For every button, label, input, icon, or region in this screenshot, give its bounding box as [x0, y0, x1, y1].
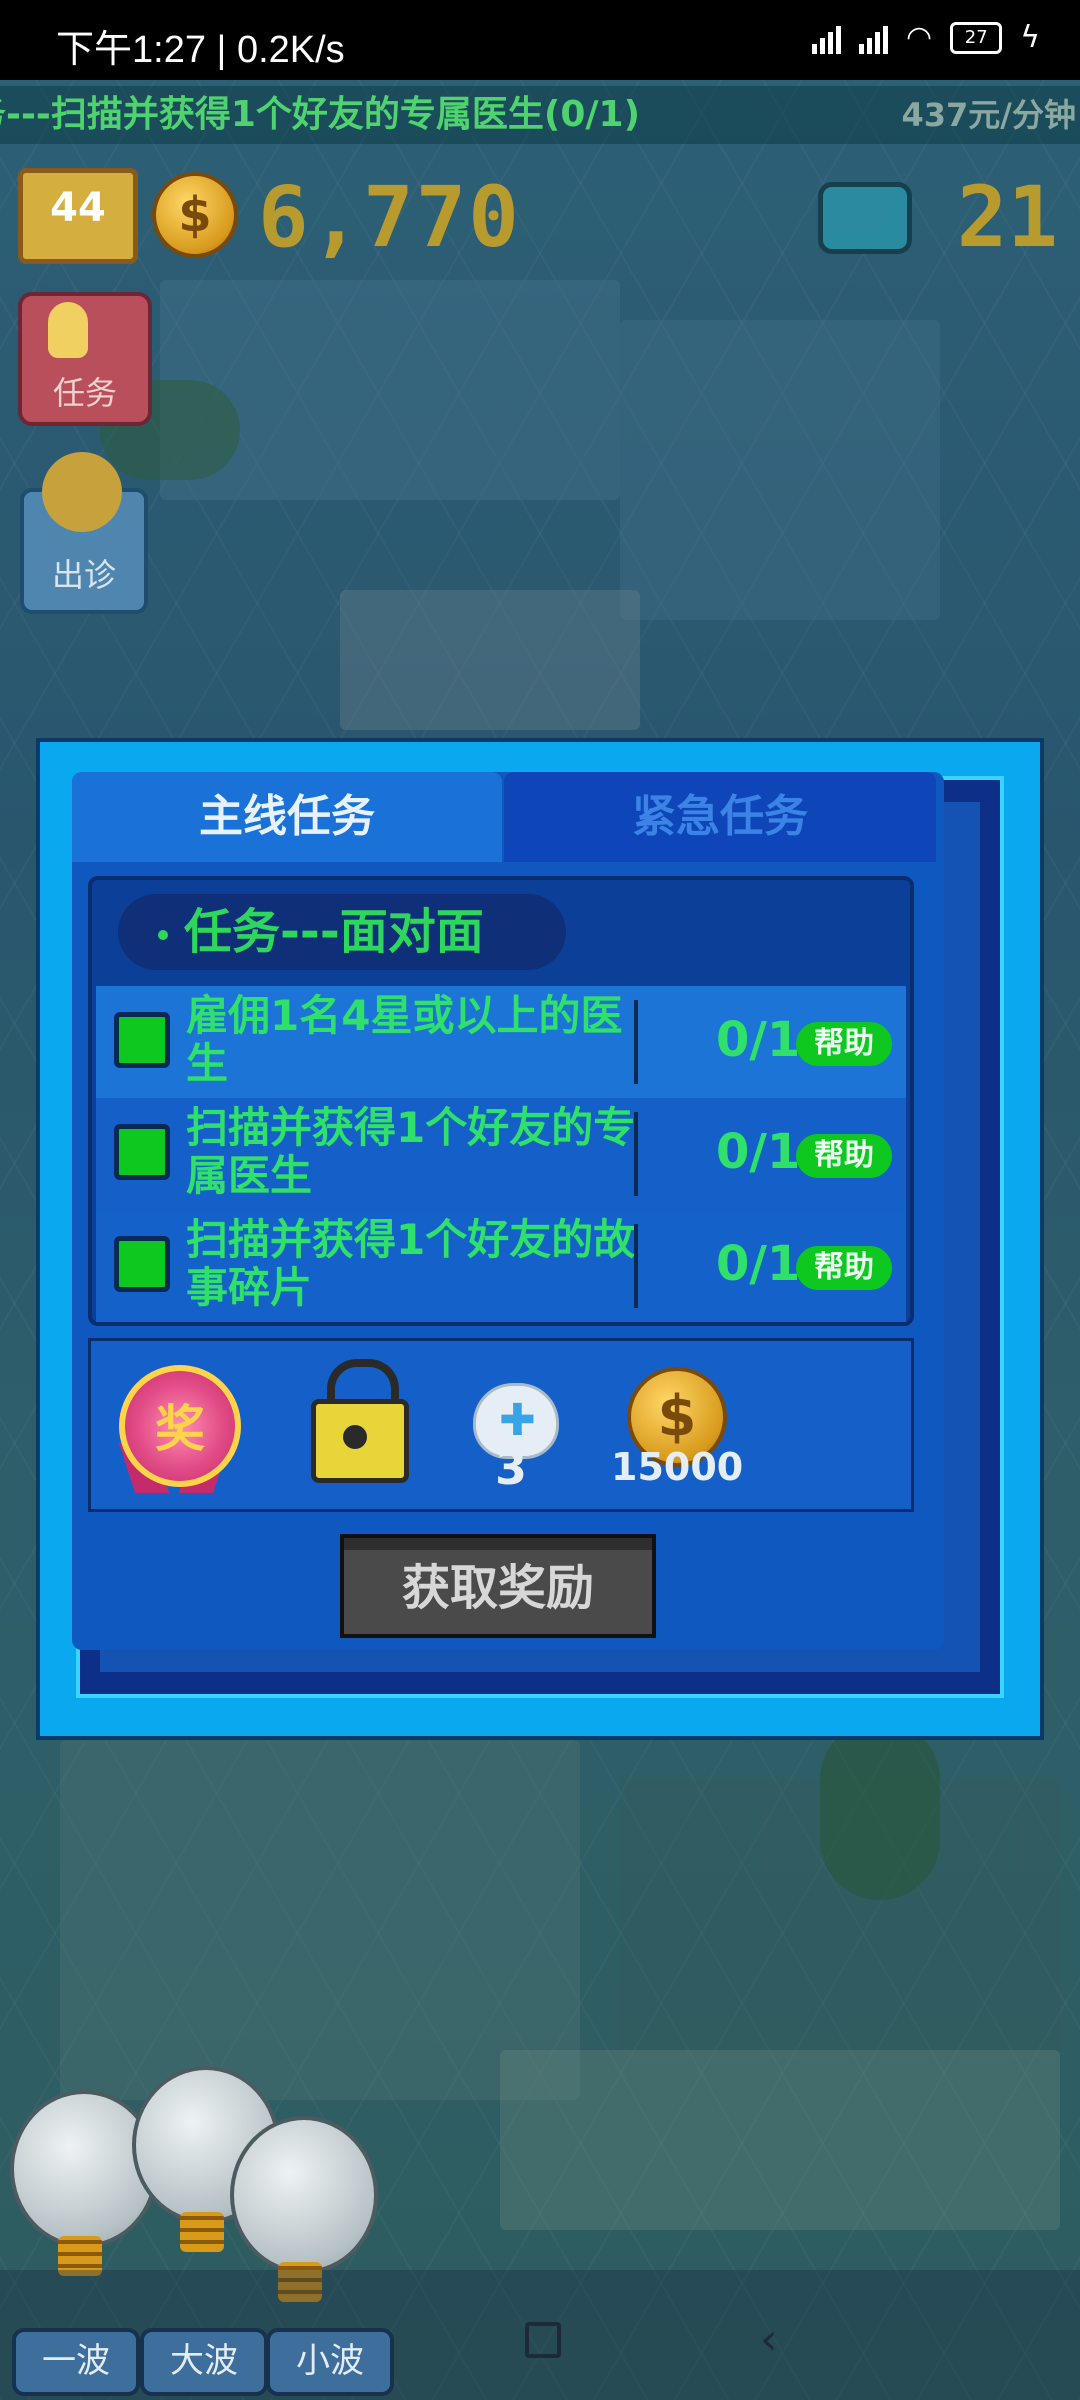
divider [634, 1112, 638, 1196]
lightbulb-character[interactable] [230, 2116, 378, 2274]
help-button[interactable]: 帮助 [796, 1134, 892, 1178]
divider [634, 1224, 638, 1308]
battery-icon: 27 [950, 21, 1003, 54]
task-button[interactable]: 任务 [18, 292, 152, 426]
wave-button-small[interactable]: 一波 [12, 2328, 140, 2396]
coin-icon: $ [152, 172, 238, 258]
status-time: 下午1:27 | 0.2K/s [56, 29, 345, 71]
income-rate: 437元/分钟 [901, 96, 1077, 134]
task-dialog: 主线任务 紧急任务 任务---面对面 雇佣1名4星或以上的医生 0/1 帮助 扫… [36, 738, 1044, 1740]
task-row: 雇佣1名4星或以上的医生 0/1 帮助 [96, 986, 906, 1098]
help-button[interactable]: 帮助 [796, 1246, 892, 1290]
plus-icon: ✚ [499, 1395, 536, 1446]
task-list: 任务---面对面 雇佣1名4星或以上的医生 0/1 帮助 扫描并获得1个好友的专… [88, 876, 914, 1326]
task-description: 扫描并获得1个好友的故事碎片 [186, 1215, 636, 1312]
task-group-title-text: 任务---面对面 [184, 904, 484, 960]
charging-icon: ϟ [1020, 20, 1040, 55]
home-nav-icon[interactable] [525, 2322, 561, 2358]
status-bar: 下午1:27 | 0.2K/s ◠ 27 ϟ [0, 0, 1080, 80]
task-progress: 0/1 [716, 1236, 801, 1292]
help-button[interactable]: 帮助 [796, 1022, 892, 1066]
reward-area: 奖 ✚ 3 $ 15000 [88, 1338, 914, 1512]
status-icons: ◠ 27 ϟ [812, 20, 1040, 55]
coin-reward-amount: 15000 [611, 1445, 744, 1489]
task-checkbox [114, 1012, 170, 1068]
signal-hd-icon [812, 22, 842, 54]
lock-keyhole [343, 1425, 367, 1449]
lightbulb-icon [48, 302, 88, 358]
task-ticker: 务---扫描并获得1个好友的专属医生(0/1) 437元/分钟 [0, 86, 1080, 144]
ticker-text: 务---扫描并获得1个好友的专属医生(0/1) [0, 94, 641, 135]
task-description: 雇佣1名4星或以上的医生 [186, 991, 623, 1088]
claim-reward-button[interactable]: 获取奖励 [340, 1534, 656, 1638]
signal-hd-icon [859, 22, 889, 54]
bulb-base [180, 2212, 224, 2252]
outpatient-button-label: 出诊 [51, 556, 116, 594]
task-row: 扫描并获得1个好友的故事碎片 0/1 帮助 [96, 1210, 906, 1322]
tab-urgent-tasks[interactable]: 紧急任务 [504, 772, 936, 862]
medal-icon: 奖 [119, 1365, 241, 1487]
gem-counter: 21 [956, 168, 1058, 266]
task-checkbox [114, 1124, 170, 1180]
outpatient-icon [42, 452, 122, 532]
task-button-label: 任务 [52, 374, 117, 412]
task-checkbox [114, 1236, 170, 1292]
cat-reward-count: 3 [494, 1441, 527, 1495]
task-panel-content: 主线任务 紧急任务 任务---面对面 雇佣1名4星或以上的医生 0/1 帮助 扫… [72, 772, 944, 1650]
medal-text: 奖 [155, 1400, 205, 1458]
gem-icon [818, 182, 912, 254]
wave-button-little[interactable]: 小波 [266, 2328, 394, 2396]
task-group-title: 任务---面对面 [118, 894, 566, 970]
wifi-icon: ◠ [906, 20, 933, 55]
level-badge[interactable]: 44 [18, 168, 138, 264]
wave-button-big[interactable]: 大波 [140, 2328, 268, 2396]
divider [634, 1000, 638, 1084]
task-description: 扫描并获得1个好友的专属医生 [186, 1103, 636, 1200]
button-strip [344, 1538, 652, 1550]
task-progress: 0/1 [716, 1124, 801, 1180]
bullet-icon [158, 930, 168, 940]
money-counter: 6,770 [258, 168, 521, 266]
tab-main-tasks[interactable]: 主线任务 [72, 772, 502, 862]
task-row: 扫描并获得1个好友的专属医生 0/1 帮助 [96, 1098, 906, 1210]
task-progress: 0/1 [716, 1012, 801, 1068]
outpatient-button[interactable]: 出诊 [20, 452, 148, 614]
back-nav-icon[interactable]: ‹ [760, 2314, 778, 2365]
claim-reward-label: 获取奖励 [401, 1560, 594, 1616]
